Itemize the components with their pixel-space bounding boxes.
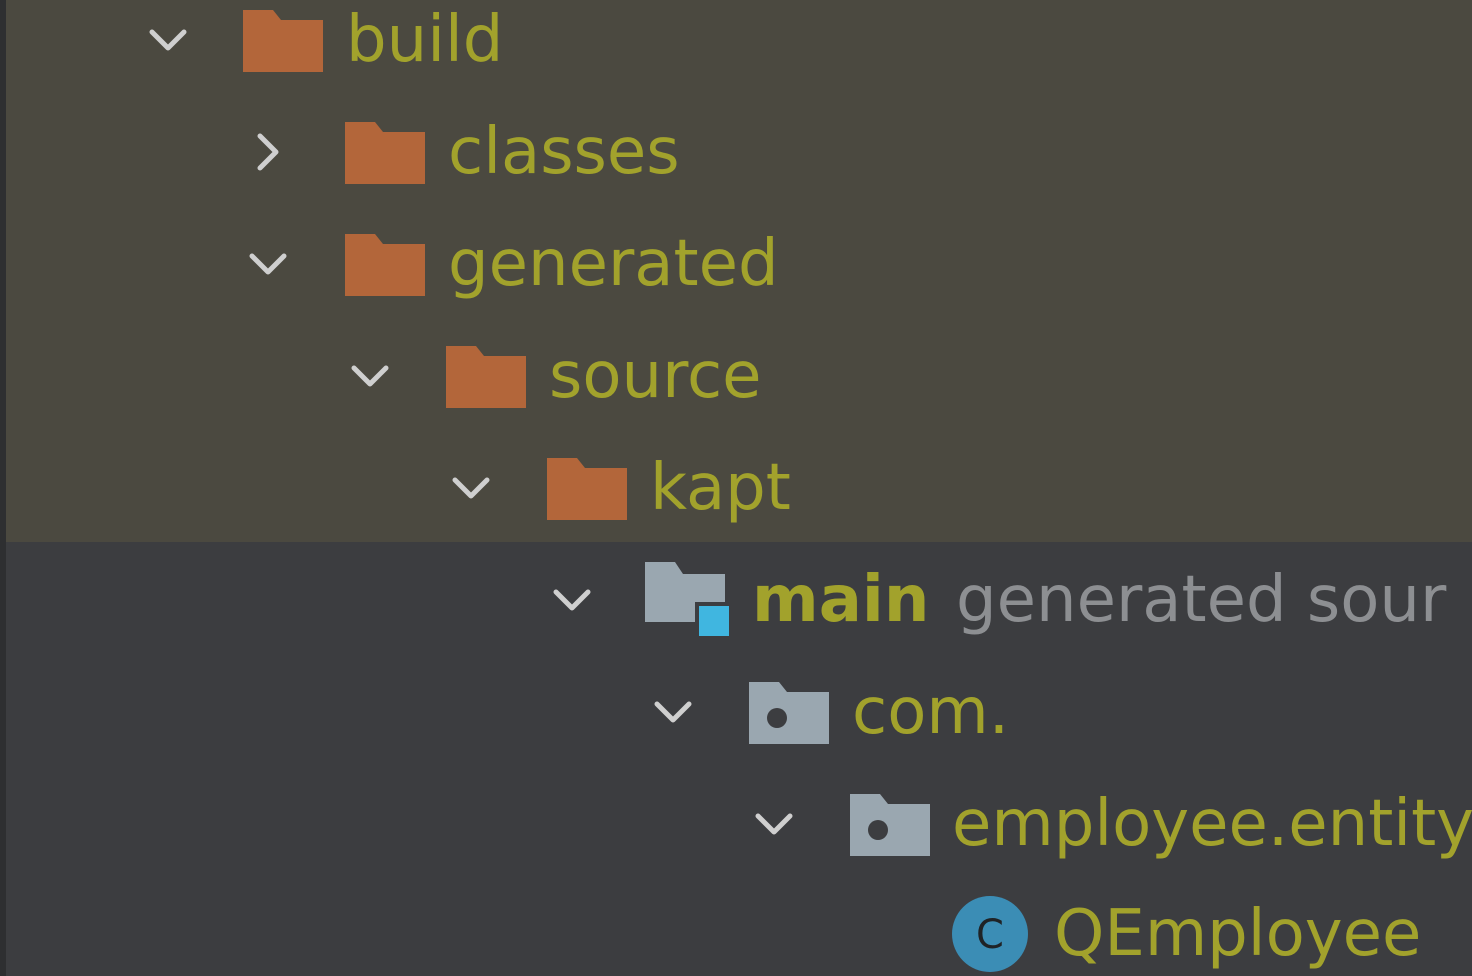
excluded-folder-icon <box>340 208 430 320</box>
chevron-down-icon[interactable] <box>643 656 703 768</box>
tree-node-qemployee[interactable]: C QEmployee <box>0 878 1472 976</box>
chevron-right-icon[interactable] <box>238 96 298 208</box>
tree-node-label: employee.entity <box>952 787 1472 861</box>
tree-node-main[interactable]: main generated sour <box>0 544 1472 656</box>
package-folder-icon <box>744 656 834 768</box>
tree-node-label: QEmployee <box>1054 897 1422 971</box>
generated-source-root-icon <box>643 544 733 656</box>
tree-node-label: build <box>346 3 504 77</box>
tree-node-source[interactable]: source <box>0 320 1472 432</box>
excluded-folder-icon <box>441 320 531 432</box>
excluded-folder-icon <box>340 96 430 208</box>
class-icon-letter: C <box>976 912 1004 958</box>
project-tree-view: build classes generated source kapt main… <box>0 0 1472 976</box>
tree-node-label: source <box>549 339 762 413</box>
tree-node-classes[interactable]: classes <box>0 96 1472 208</box>
tree-node-label: generated <box>448 227 779 301</box>
java-class-icon: C <box>945 878 1035 976</box>
excluded-folder-icon <box>542 432 632 544</box>
tree-node-build[interactable]: build <box>0 0 1472 96</box>
tree-node-label: kapt <box>650 451 791 525</box>
chevron-down-icon[interactable] <box>238 208 298 320</box>
chevron-down-icon[interactable] <box>340 320 400 432</box>
tree-node-generated[interactable]: generated <box>0 208 1472 320</box>
package-folder-icon <box>845 768 935 880</box>
chevron-down-icon[interactable] <box>441 432 501 544</box>
chevron-down-icon[interactable] <box>744 768 804 880</box>
tree-node-hint: generated sour <box>956 563 1447 637</box>
tree-node-com[interactable]: com. <box>0 656 1472 768</box>
tree-node-kapt[interactable]: kapt <box>0 432 1472 544</box>
chevron-down-icon[interactable] <box>542 544 602 656</box>
tree-node-label: main <box>752 563 930 637</box>
chevron-down-icon[interactable] <box>138 0 198 96</box>
excluded-folder-icon <box>238 0 328 96</box>
tree-node-label: classes <box>448 115 680 189</box>
tree-node-employee-entity[interactable]: employee.entity <box>0 768 1472 880</box>
tree-node-label: com. <box>852 675 1010 749</box>
